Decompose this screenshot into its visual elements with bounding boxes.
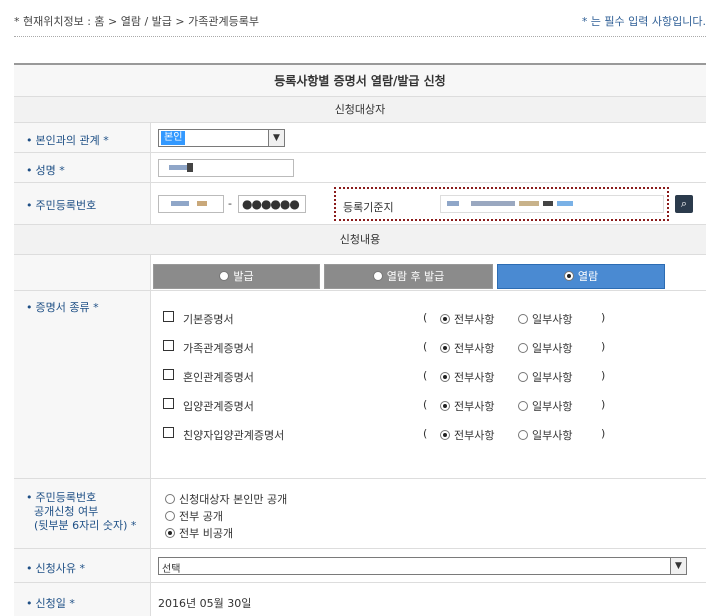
- tab-view-then-issue[interactable]: 열람 후 발급: [324, 264, 493, 289]
- resident-dash: -: [228, 197, 232, 210]
- cert-item: 혼인관계증명서 ( 전부사항 일부사항 ): [163, 369, 703, 385]
- radio-view-then-issue: [372, 271, 383, 281]
- opt-all[interactable]: 전부사항: [440, 369, 494, 385]
- cert-checkbox[interactable]: [163, 311, 174, 322]
- apply-date-value: 2016년 05월 30일: [158, 597, 252, 610]
- cert-item: 친양자입양관계증명서 ( 전부사항 일부사항 ): [163, 427, 703, 443]
- radio-issue: [219, 271, 230, 281]
- apply-date-label: 신청일 *: [26, 595, 75, 611]
- cert-type-label: 증명서 종류 *: [26, 299, 99, 315]
- reason-row: 신청사유 * 선택 ▼: [14, 549, 706, 583]
- reason-select[interactable]: 선택 ▼: [158, 557, 687, 575]
- breadcrumb: * 현재위치정보 : 홈 > 열람 / 발급 > 가족관계등록부: [14, 15, 259, 28]
- section-content: 신청내용: [14, 225, 706, 255]
- cert-checkbox[interactable]: [163, 369, 174, 380]
- cert-checkbox[interactable]: [163, 340, 174, 351]
- opt-all[interactable]: 전부사항: [440, 311, 494, 327]
- cert-item: 기본증명서 ( 전부사항 일부사항 ): [163, 311, 703, 327]
- resident-row: 주민등록번호 - ●●●●●● 등록기준지 ⌕: [14, 183, 706, 225]
- relation-select[interactable]: 본인 ▼: [158, 129, 285, 147]
- opt-all[interactable]: 전부사항: [440, 398, 494, 414]
- disclosure-row: 주민등록번호 공개신청 여부 (뒷부분 6자리 숫자) * 신청대상자 본인만 …: [14, 479, 706, 549]
- cert-type-row: 증명서 종류 * 기본증명서 ( 전부사항 일부사항 ) 가족관계증명서 ( 전…: [14, 291, 706, 479]
- apply-date-row: 신청일 * 2016년 05월 30일: [14, 583, 706, 616]
- radio-view: [563, 271, 574, 281]
- cert-checkbox[interactable]: [163, 398, 174, 409]
- section-applicant: 신청대상자: [14, 97, 706, 123]
- name-input[interactable]: [158, 159, 294, 177]
- cert-item: 입양관계증명서 ( 전부사항 일부사항 ): [163, 398, 703, 414]
- search-icon: ⌕: [680, 197, 688, 210]
- cert-checkbox[interactable]: [163, 427, 174, 438]
- application-form: 등록사항별 증명서 열람/발급 신청 신청대상자 본인과의 관계 * 본인 ▼ …: [14, 63, 706, 616]
- opt-partial[interactable]: 일부사항: [518, 340, 572, 356]
- opt-partial[interactable]: 일부사항: [518, 311, 572, 327]
- base-reg-input[interactable]: [440, 195, 664, 213]
- base-reg-highlight: 등록기준지: [334, 187, 669, 221]
- relation-label: 본인과의 관계 *: [26, 132, 109, 148]
- disclosure-option[interactable]: 전부 공개: [165, 508, 223, 524]
- tab-issue[interactable]: 발급: [153, 264, 320, 289]
- base-reg-label: 등록기준지: [343, 201, 394, 214]
- disclosure-option[interactable]: 신청대상자 본인만 공개: [165, 491, 287, 507]
- opt-all[interactable]: 전부사항: [440, 340, 494, 356]
- resident-back-input[interactable]: ●●●●●●: [238, 195, 306, 213]
- name-label: 성명 *: [26, 162, 65, 178]
- tab-view[interactable]: 열람: [497, 264, 665, 289]
- opt-partial[interactable]: 일부사항: [518, 427, 572, 443]
- chevron-down-icon: ▼: [670, 558, 686, 574]
- tabs-row: 발급 열람 후 발급 열람: [14, 255, 706, 291]
- divider: [14, 36, 706, 37]
- chevron-down-icon: ▼: [268, 130, 284, 146]
- reason-label: 신청사유 *: [26, 560, 85, 576]
- form-title: 등록사항별 증명서 열람/발급 신청: [14, 65, 706, 97]
- opt-partial[interactable]: 일부사항: [518, 369, 572, 385]
- cert-item: 가족관계증명서 ( 전부사항 일부사항 ): [163, 340, 703, 356]
- resident-label: 주민등록번호: [26, 197, 97, 213]
- location-bar: * 현재위치정보 : 홈 > 열람 / 발급 > 가족관계등록부 * 는 필수 …: [14, 13, 706, 29]
- name-row: 성명 *: [14, 153, 706, 183]
- relation-row: 본인과의 관계 * 본인 ▼: [14, 123, 706, 153]
- search-button[interactable]: ⌕: [675, 195, 693, 213]
- disclosure-label-3: (뒷부분 6자리 숫자) *: [34, 519, 137, 532]
- disclosure-option[interactable]: 전부 비공개: [165, 525, 233, 541]
- opt-all[interactable]: 전부사항: [440, 427, 494, 443]
- resident-front-input[interactable]: [158, 195, 224, 213]
- opt-partial[interactable]: 일부사항: [518, 398, 572, 414]
- required-note: * 는 필수 입력 사항입니다.: [581, 15, 706, 28]
